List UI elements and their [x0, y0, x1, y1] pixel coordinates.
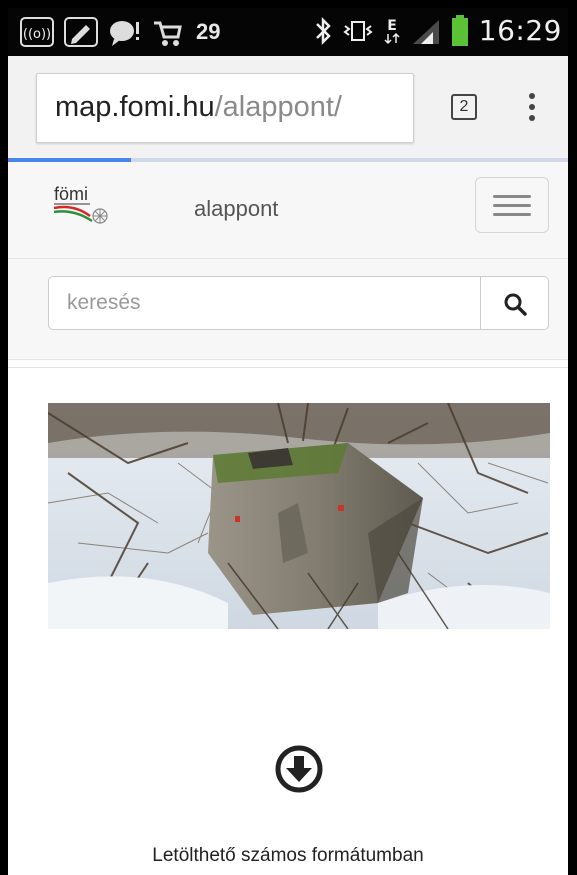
status-left: ((o)) 29: [20, 17, 220, 47]
edit-icon: [64, 17, 98, 47]
hamburger-menu-button[interactable]: [475, 177, 549, 233]
hamburger-line-icon: [493, 213, 531, 216]
search-section: [8, 259, 568, 360]
status-right: E 16:29: [313, 14, 562, 47]
search-button[interactable]: [480, 276, 549, 330]
tab-switcher-button[interactable]: 2: [451, 94, 477, 120]
site-logo[interactable]: fömi: [50, 176, 116, 232]
url-text: map.fomi.hu/alappont/: [55, 91, 342, 124]
chat-alert-icon: [108, 17, 142, 47]
svg-text:((o)): ((o)): [23, 27, 51, 42]
download-icon[interactable]: [274, 744, 324, 799]
hamburger-line-icon: [493, 204, 531, 207]
navbar-brand[interactable]: alappont: [194, 196, 278, 222]
notification-count: 29: [196, 19, 221, 44]
phone-screen: ((o)) 29 E 16:29 map.fomi.hu/alappont/ 2…: [8, 8, 568, 875]
svg-text:E: E: [387, 18, 397, 34]
hamburger-line-icon: [493, 195, 531, 198]
url-host: map.fomi.hu: [55, 91, 215, 123]
overflow-menu-icon[interactable]: [526, 93, 538, 127]
status-bar: ((o)) 29 E 16:29: [8, 8, 568, 56]
cart-icon: [152, 17, 182, 47]
bluetooth-icon: [313, 16, 333, 46]
vibrate-icon: [343, 16, 373, 46]
survey-marker-photo: [48, 403, 550, 629]
wifi-hotspot-icon: ((o)): [20, 17, 54, 47]
download-caption: Letölthető számos formátumban: [152, 845, 424, 866]
svg-text:fömi: fömi: [54, 184, 88, 204]
address-bar[interactable]: map.fomi.hu/alappont/: [36, 73, 414, 143]
site-navbar: fömi alappont: [8, 162, 568, 259]
section-divider: [8, 367, 568, 368]
url-path: /alappont/: [214, 91, 342, 123]
battery-icon: [451, 14, 469, 47]
network-e-icon: E: [383, 16, 401, 46]
search-input[interactable]: [48, 276, 480, 330]
browser-toolbar: map.fomi.hu/alappont/ 2: [8, 56, 568, 162]
signal-icon: [411, 16, 441, 46]
clock: 16:29: [478, 14, 562, 47]
search-icon: [504, 293, 527, 316]
